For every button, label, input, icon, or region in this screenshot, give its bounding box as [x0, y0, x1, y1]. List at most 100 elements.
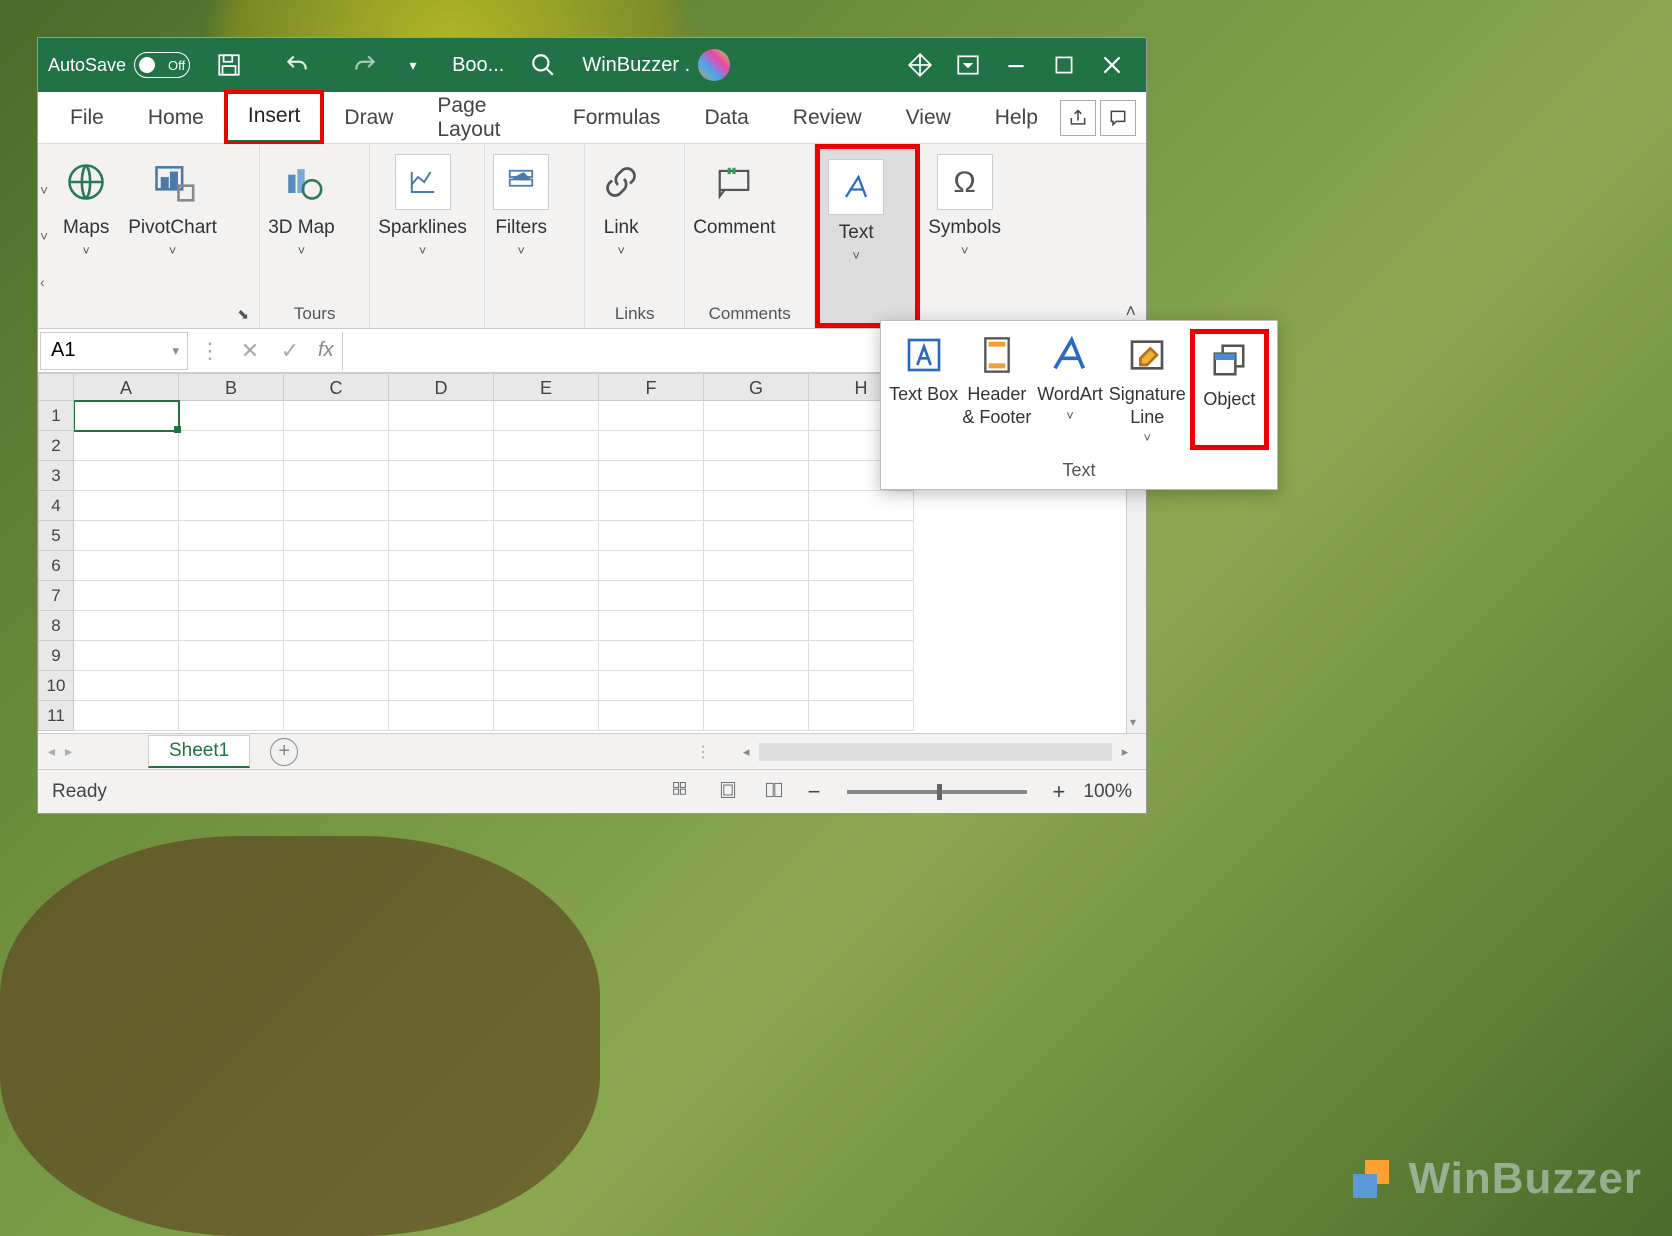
collapse-ribbon-icon[interactable]: ˄	[1125, 301, 1136, 322]
column-header[interactable]: C	[284, 373, 389, 401]
tab-help[interactable]: Help	[973, 92, 1060, 143]
document-title: Boo...	[452, 54, 504, 77]
tab-review[interactable]: Review	[771, 92, 884, 143]
row-header[interactable]: 2	[38, 431, 74, 461]
column-header[interactable]: D	[389, 373, 494, 401]
omega-icon: Ω	[937, 154, 993, 210]
tab-page-layout[interactable]: Page Layout	[415, 92, 550, 143]
user-name: WinBuzzer .	[582, 54, 690, 77]
ribbon-tabs: File Home Insert Draw Page Layout Formul…	[38, 92, 1146, 144]
row-header[interactable]: 6	[38, 551, 74, 581]
text-box-button[interactable]: Text Box	[889, 329, 958, 450]
header-footer-icon	[970, 333, 1024, 377]
enter-icon[interactable]: ✓	[270, 338, 310, 364]
text-group-label: Text	[889, 450, 1269, 481]
filter-icon	[493, 154, 549, 210]
row-header[interactable]: 10	[38, 671, 74, 701]
symbols-button[interactable]: Ω Symbols˅	[928, 150, 1001, 260]
status-bar: Ready − + 100%	[38, 769, 1146, 813]
tab-insert[interactable]: Insert	[226, 92, 323, 143]
column-header[interactable]: A	[74, 373, 179, 401]
minimize-button[interactable]	[992, 45, 1040, 85]
watermark: WinBuzzer	[1351, 1154, 1643, 1206]
row-header[interactable]: 4	[38, 491, 74, 521]
title-bar: AutoSave Off ▾ Boo... WinBuzzer .	[38, 38, 1146, 92]
status-text: Ready	[52, 781, 107, 803]
normal-view-icon[interactable]	[670, 780, 698, 804]
object-button[interactable]: Object	[1190, 329, 1269, 450]
select-all-corner[interactable]	[38, 373, 74, 401]
zoom-slider[interactable]	[847, 790, 1027, 794]
cell-a1[interactable]	[74, 401, 179, 431]
column-header[interactable]: B	[179, 373, 284, 401]
comment-button[interactable]: Comment	[693, 150, 775, 241]
row-header[interactable]: 11	[38, 701, 74, 731]
redo-icon[interactable]	[341, 45, 389, 85]
row-header[interactable]: 9	[38, 641, 74, 671]
header-footer-button[interactable]: Header & Footer	[962, 329, 1031, 450]
wordart-button[interactable]: WordArt˅	[1035, 329, 1104, 450]
tab-draw[interactable]: Draw	[322, 92, 415, 143]
text-button[interactable]: Text˅	[828, 155, 884, 265]
text-box-icon	[897, 333, 951, 377]
tab-view[interactable]: View	[884, 92, 973, 143]
row-header[interactable]: 8	[38, 611, 74, 641]
column-header[interactable]: G	[704, 373, 809, 401]
link-icon	[593, 154, 649, 210]
ribbon-scroll-left[interactable]: ˅˅‹	[38, 144, 50, 328]
cancel-icon[interactable]: ✕	[230, 338, 270, 364]
sparklines-button[interactable]: Sparklines˅	[378, 150, 467, 260]
user-avatar[interactable]	[698, 49, 730, 81]
pivotchart-icon	[145, 154, 201, 210]
new-sheet-button[interactable]: +	[270, 738, 298, 766]
zoom-level[interactable]: 100%	[1083, 781, 1132, 803]
horizontal-scrollbar[interactable]: ◂▸	[737, 741, 1134, 763]
fb-dots-icon[interactable]: ⋮	[190, 338, 230, 364]
tab-home[interactable]: Home	[126, 92, 226, 143]
link-button[interactable]: Link˅	[593, 150, 649, 260]
globe-icon	[58, 154, 114, 210]
ribbon-display-icon[interactable]	[944, 45, 992, 85]
dialog-launcher-icon[interactable]: ⬊	[237, 306, 255, 324]
page-break-view-icon[interactable]	[762, 780, 790, 804]
autosave-label: AutoSave	[48, 55, 126, 76]
row-header[interactable]: 1	[38, 401, 74, 431]
fx-icon[interactable]: fx	[318, 339, 334, 362]
save-icon[interactable]	[205, 45, 253, 85]
column-header[interactable]: F	[599, 373, 704, 401]
column-header[interactable]: E	[494, 373, 599, 401]
sheet-nav[interactable]: ◂▸	[38, 743, 88, 760]
search-icon[interactable]	[519, 45, 567, 85]
object-icon	[1202, 338, 1256, 382]
tab-file[interactable]: File	[48, 92, 126, 143]
row-header[interactable]: 7	[38, 581, 74, 611]
signature-line-button[interactable]: Signature Line˅	[1109, 329, 1186, 450]
row-header[interactable]: 3	[38, 461, 74, 491]
undo-icon[interactable]	[273, 45, 321, 85]
sparklines-icon	[395, 154, 451, 210]
comments-button[interactable]	[1100, 100, 1136, 136]
page-layout-view-icon[interactable]	[716, 780, 744, 804]
zoom-out-button[interactable]: −	[808, 779, 821, 805]
tab-data[interactable]: Data	[682, 92, 770, 143]
3d-map-button[interactable]: 3D Map˅	[268, 150, 335, 260]
sheet-tab-1[interactable]: Sheet1	[148, 735, 250, 768]
split-handle-icon[interactable]: ⋮	[695, 742, 711, 762]
row-header[interactable]: 5	[38, 521, 74, 551]
zoom-in-button[interactable]: +	[1053, 779, 1066, 805]
tours-group-label: Tours	[268, 304, 361, 326]
maps-button[interactable]: Maps˅	[58, 150, 114, 260]
filters-button[interactable]: Filters˅	[493, 150, 549, 260]
diamond-icon[interactable]	[896, 45, 944, 85]
autosave-toggle[interactable]: Off	[134, 52, 190, 78]
pivotchart-button[interactable]: PivotChart˅	[128, 150, 217, 260]
text-dropdown-panel: Text Box Header & Footer WordArt˅ Signat…	[880, 320, 1278, 490]
name-box[interactable]: A1	[40, 332, 188, 370]
autosave-control[interactable]: AutoSave Off	[48, 52, 190, 78]
close-button[interactable]	[1088, 45, 1136, 85]
qat-customize-icon[interactable]: ▾	[389, 45, 437, 85]
maximize-button[interactable]	[1040, 45, 1088, 85]
share-button[interactable]	[1060, 100, 1096, 136]
tab-formulas[interactable]: Formulas	[551, 92, 683, 143]
ribbon: ˅˅‹ Maps˅ PivotChart˅ ⬊ 3D Map˅	[38, 144, 1146, 329]
